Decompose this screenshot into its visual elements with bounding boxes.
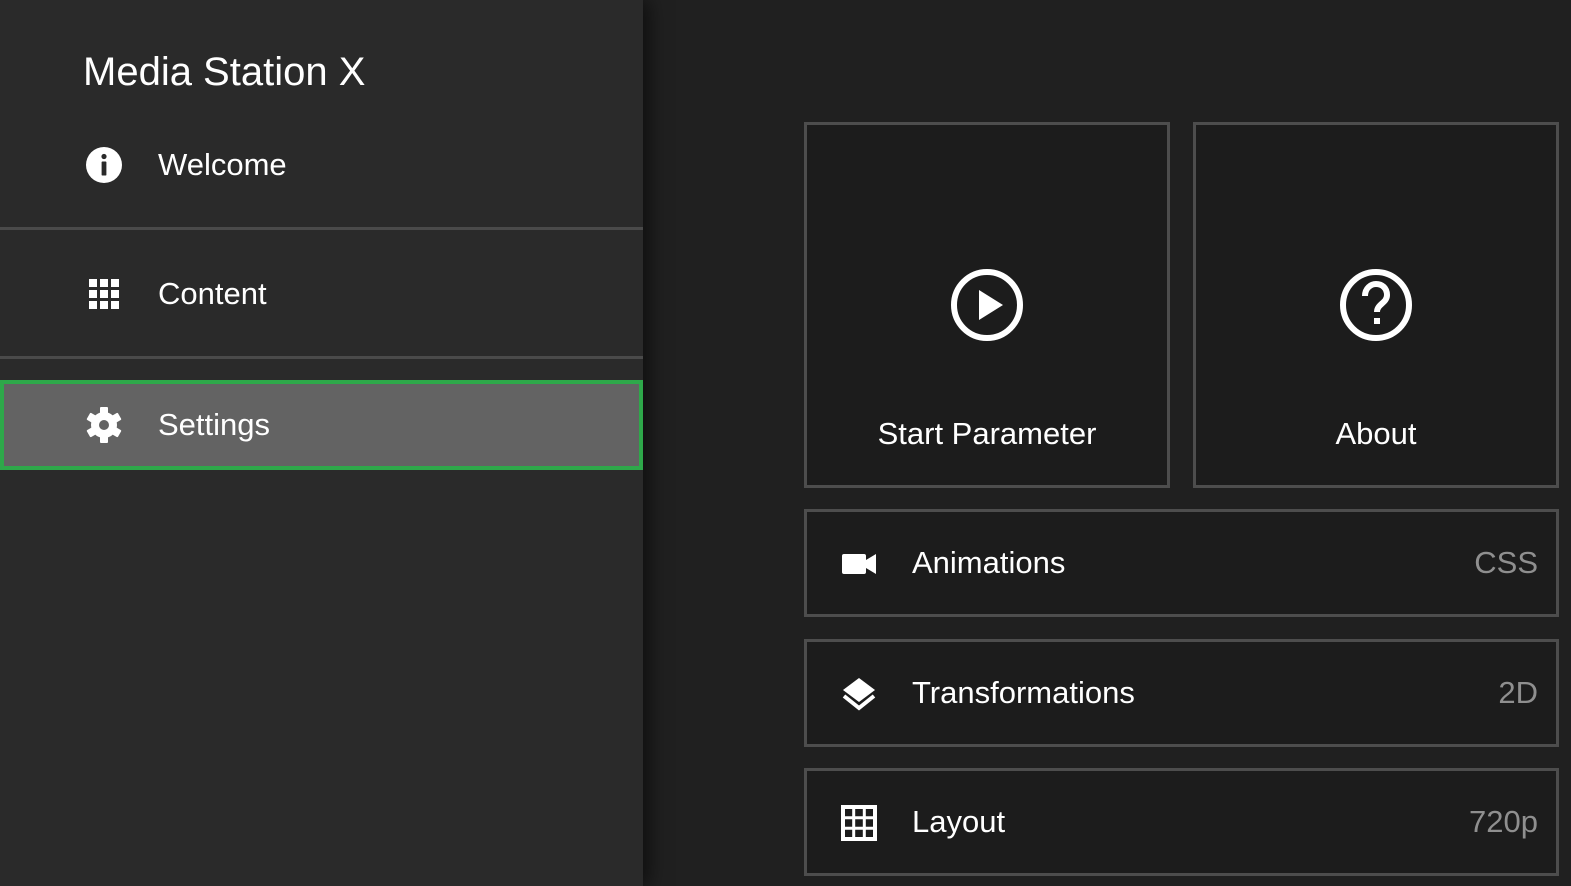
app-title: Media Station X <box>83 50 366 94</box>
divider <box>0 227 643 230</box>
tile-label: Start Parameter <box>877 416 1097 451</box>
row-label: Layout <box>912 804 1006 839</box>
sidebar-item-settings[interactable]: Settings <box>0 380 643 470</box>
divider <box>0 356 643 359</box>
row-label: Animations <box>912 545 1066 580</box>
animations-setting-row[interactable]: Animations CSS <box>804 509 1559 617</box>
sidebar-item-welcome[interactable]: Welcome <box>0 120 643 210</box>
info-icon <box>84 145 124 185</box>
sidebar-item-label: Settings <box>158 407 271 442</box>
about-tile[interactable]: About <box>1193 122 1559 488</box>
sidebar-item-label: Welcome <box>158 147 287 182</box>
layout-setting-row[interactable]: Layout 720p <box>804 768 1559 876</box>
play-circle-icon <box>950 268 1024 342</box>
help-circle-icon <box>1339 268 1413 342</box>
sidebar: Media Station X Welcome Content Settings <box>0 0 643 886</box>
row-label: Transformations <box>912 675 1135 710</box>
tile-label: About <box>1335 416 1417 451</box>
app-window: Media Station X Welcome Content Settings… <box>0 0 1571 886</box>
sidebar-item-content[interactable]: Content <box>0 249 643 339</box>
video-camera-icon <box>840 545 878 583</box>
grid-icon <box>84 274 124 314</box>
table-grid-icon <box>840 804 878 842</box>
sidebar-item-label: Content <box>158 276 267 311</box>
gear-icon <box>84 405 124 445</box>
start-parameter-tile[interactable]: Start Parameter <box>804 122 1170 488</box>
row-value: 2D <box>1498 675 1538 710</box>
row-value: 720p <box>1469 804 1538 839</box>
settings-panel: Start Parameter About Animations CSS Tra… <box>643 0 1571 886</box>
transformations-setting-row[interactable]: Transformations 2D <box>804 639 1559 747</box>
layers-icon <box>840 675 878 713</box>
row-value: CSS <box>1474 545 1538 580</box>
